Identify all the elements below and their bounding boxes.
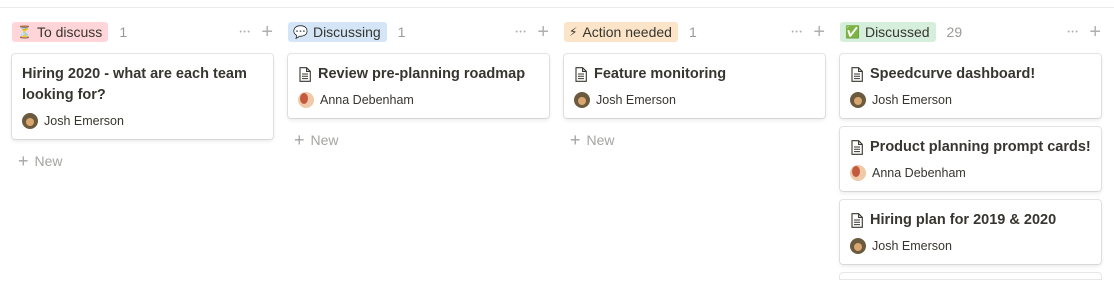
new-card-label: New xyxy=(310,132,339,148)
plus-icon: + xyxy=(570,130,581,150)
card-person: Anna Debenham xyxy=(850,165,1091,181)
card-person: Josh Emerson xyxy=(850,92,1091,108)
card-title-text: Hiring 2020 - what are each team looking… xyxy=(22,66,247,103)
card-title-text: Product planning prompt cards! xyxy=(870,139,1091,155)
card-title: Feature monitoring xyxy=(574,64,815,85)
card-person: Josh Emerson xyxy=(22,113,263,129)
card-title: Review pre-planning roadmap xyxy=(298,64,539,85)
plus-icon[interactable]: + xyxy=(261,22,273,42)
more-dots-icon[interactable]: ••• xyxy=(1067,29,1079,36)
card-title-text: Feature monitoring xyxy=(594,66,727,82)
column-label: Discussed xyxy=(864,24,930,40)
top-divider xyxy=(0,7,1114,8)
person-name: Josh Emerson xyxy=(872,239,952,253)
column-actions: ••• + xyxy=(239,20,273,44)
avatar xyxy=(574,92,590,108)
card-title: Speedcurve dashboard! xyxy=(850,64,1091,85)
board-column: ⚡ Action needed 1 ••• + Feature monitoring Jos… xyxy=(564,20,825,279)
new-card-button[interactable]: + New xyxy=(570,130,825,150)
person-name: Anna Debenham xyxy=(872,166,966,180)
column-header: ⏳ To discuss 1 ••• + xyxy=(12,20,273,44)
card-person: Anna Debenham xyxy=(298,92,539,108)
board-card[interactable]: Speedcurve dashboard! Josh Emerson xyxy=(840,54,1101,118)
plus-icon: + xyxy=(294,130,305,150)
new-card-button[interactable]: + New xyxy=(18,151,273,171)
more-dots-icon[interactable]: ••• xyxy=(791,29,803,36)
board-column: 💬 Discussing 1 ••• + Review pre-planning road… xyxy=(288,20,549,279)
board-card[interactable]: Review pre-planning roadmap Anna Debenham xyxy=(288,54,549,118)
plus-icon[interactable]: + xyxy=(537,22,549,42)
column-count: 1 xyxy=(119,24,128,40)
more-dots-icon[interactable]: ••• xyxy=(239,29,251,36)
card-person: Josh Emerson xyxy=(574,92,815,108)
page-icon xyxy=(575,67,587,82)
status-emoji-icon: ⏳ xyxy=(17,25,32,39)
card-title: Product planning prompt cards! xyxy=(850,137,1091,158)
board-column: ✅ Discussed 29 ••• + Speedcurve dashboard! Jos… xyxy=(840,20,1101,279)
status-emoji-icon: 💬 xyxy=(293,25,308,39)
page-icon xyxy=(851,140,863,155)
person-name: Josh Emerson xyxy=(44,114,124,128)
column-actions: ••• + xyxy=(791,20,825,44)
card-title: Hiring 2020 - what are each team looking… xyxy=(22,64,263,106)
column-header: ⚡ Action needed 1 ••• + xyxy=(564,20,825,44)
board-card[interactable]: Product planning prompt cards! Anna Deben… xyxy=(840,127,1101,191)
page-icon xyxy=(851,213,863,228)
new-card-label: New xyxy=(34,153,63,169)
board-column: ⏳ To discuss 1 ••• + Hiring 2020 - what are e… xyxy=(12,20,273,279)
avatar xyxy=(850,238,866,254)
column-actions: ••• + xyxy=(515,20,549,44)
column-count: 29 xyxy=(946,24,963,40)
board-card[interactable]: Hiring 2020 - what are each team looking… xyxy=(12,54,273,139)
plus-icon[interactable]: + xyxy=(1089,22,1101,42)
new-card-label: New xyxy=(586,132,615,148)
board-card[interactable]: Feature monitoring Josh Emerson xyxy=(564,54,825,118)
more-dots-icon[interactable]: ••• xyxy=(515,29,527,36)
card-person: Josh Emerson xyxy=(850,238,1091,254)
column-header: 💬 Discussing 1 ••• + xyxy=(288,20,549,44)
avatar xyxy=(22,113,38,129)
column-label: Action needed xyxy=(582,24,672,40)
person-name: Josh Emerson xyxy=(596,93,676,107)
card-title-text: Review pre-planning roadmap xyxy=(318,66,526,82)
new-card-button[interactable]: + New xyxy=(294,130,549,150)
avatar xyxy=(850,92,866,108)
column-count: 1 xyxy=(397,24,406,40)
plus-icon: + xyxy=(18,151,29,171)
column-status-tag[interactable]: ✅ Discussed xyxy=(840,22,936,42)
plus-icon[interactable]: + xyxy=(813,22,825,42)
page-icon xyxy=(851,67,863,82)
card-title: Hiring plan for 2019 & 2020 xyxy=(850,210,1091,231)
board: ⏳ To discuss 1 ••• + Hiring 2020 - what are e… xyxy=(12,20,1114,279)
page-icon xyxy=(299,67,311,82)
card-title-text: Speedcurve dashboard! xyxy=(870,66,1036,82)
status-emoji-icon: ⚡ xyxy=(569,25,578,39)
column-actions: ••• + xyxy=(1067,20,1101,44)
board-card[interactable]: Hiring plan for 2019 & 2020 Josh Emerson xyxy=(840,200,1101,264)
partial-card xyxy=(840,273,1101,279)
status-emoji-icon: ✅ xyxy=(845,25,860,39)
column-header: ✅ Discussed 29 ••• + xyxy=(840,20,1101,44)
avatar xyxy=(850,165,866,181)
person-name: Josh Emerson xyxy=(872,93,952,107)
card-title-text: Hiring plan for 2019 & 2020 xyxy=(870,212,1057,228)
column-status-tag[interactable]: ⏳ To discuss xyxy=(12,22,109,42)
avatar xyxy=(298,92,314,108)
column-status-tag[interactable]: 💬 Discussing xyxy=(288,22,387,42)
column-label: Discussing xyxy=(312,24,381,40)
column-status-tag[interactable]: ⚡ Action needed xyxy=(564,22,678,42)
column-count: 1 xyxy=(688,24,697,40)
person-name: Anna Debenham xyxy=(320,93,414,107)
column-label: To discuss xyxy=(36,24,103,40)
